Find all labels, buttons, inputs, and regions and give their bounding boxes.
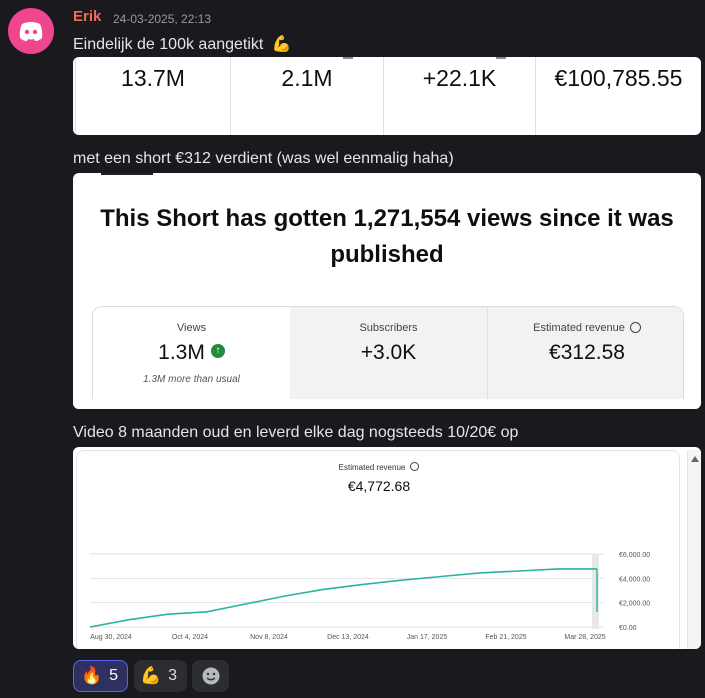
stat-value-text: 1.3M — [158, 341, 205, 364]
series-line — [89, 568, 597, 628]
metric-value: 2.1M — [281, 65, 333, 91]
stat-views: Views 1.3M ↑ 1.3M more than usual — [93, 307, 290, 409]
metric-cell: €100,785.55 — [536, 57, 701, 135]
x-tick-label: Dec 13, 2024 — [327, 634, 369, 641]
flexed-biceps-icon: 💪 — [271, 36, 292, 53]
metric-value: +22.1K — [422, 65, 497, 91]
stat-label-text: Estimated revenue — [533, 322, 625, 334]
y-tick-label: €2,000.00 — [619, 601, 650, 608]
stat-value: €312.58 — [549, 341, 625, 364]
stat-revenue: Estimated revenue €312.58 — [487, 307, 683, 409]
avatar[interactable] — [8, 8, 54, 54]
x-tick-label: Mar 28, 2025 — [564, 634, 605, 641]
scroll-up-icon[interactable] — [691, 456, 699, 462]
metric-cell: 13.7M — [76, 57, 231, 135]
add-reaction-icon — [202, 667, 219, 685]
short-headline: This Short has gotten 1,271,554 views si… — [100, 205, 674, 268]
stat-subscribers: Subscribers +3.0K — [290, 307, 487, 409]
message-line-1: Eindelijk de 100k aangetikt — [73, 36, 264, 53]
flexed-biceps-icon: 💪 — [140, 666, 162, 685]
card-bottom — [73, 399, 701, 409]
stat-label: Estimated revenue — [488, 321, 683, 334]
reaction-muscle[interactable]: 💪 3 — [134, 660, 187, 692]
y-tick-label: €4,000.00 — [619, 576, 650, 583]
x-tick-label: Feb 21, 2025 — [485, 634, 526, 641]
metric-value: €100,785.55 — [554, 65, 683, 91]
y-tick-label: €6,000.00 — [619, 552, 650, 559]
y-tick-label: €0.00 — [619, 625, 637, 632]
fire-icon: 🔥 — [81, 666, 103, 685]
x-tick-label: Nov 8, 2024 — [250, 634, 288, 641]
revenue-chart-image[interactable]: Estimated revenue €4,772.68 €6,000.00 €4,… — [73, 447, 701, 649]
reaction-count: 3 — [168, 667, 178, 684]
x-tick-label: Aug 30, 2024 — [90, 634, 132, 641]
x-tick-label: Jan 17, 2025 — [407, 634, 448, 641]
reaction-count: 5 — [109, 667, 119, 684]
add-reaction-button[interactable] — [192, 660, 229, 692]
metric-cell: +22.1K — [384, 57, 536, 135]
clock-icon — [629, 321, 641, 333]
hover-band — [592, 554, 599, 629]
cropped-top-bar — [101, 173, 153, 175]
stats-box: Views 1.3M ↑ 1.3M more than usual Subscri… — [92, 306, 684, 409]
stat-value: +3.0K — [360, 341, 417, 364]
metric-cell: 2.1M — [231, 57, 384, 135]
stat-value: 1.3M ↑ — [93, 341, 290, 365]
stat-subtext: 1.3M more than usual — [143, 374, 240, 385]
arrow-up-icon: ↑ — [210, 344, 225, 359]
metric-value: 13.7M — [121, 65, 185, 91]
timestamp: 24-03-2025, 22:13 — [113, 12, 212, 26]
scrollbar[interactable] — [687, 450, 701, 649]
cropped-text-fragment — [496, 57, 506, 59]
short-stats-image[interactable]: This Short has gotten 1,271,554 views si… — [73, 173, 701, 409]
reaction-fire[interactable]: 🔥 5 — [73, 660, 128, 692]
author-name[interactable]: Erik — [73, 8, 101, 25]
x-tick-label: Oct 4, 2024 — [172, 634, 208, 641]
message-text-1: Eindelijk de 100k aangetikt 💪 — [73, 34, 292, 54]
analytics-metrics-image[interactable]: 13.7M 2.1M +22.1K €100,785.55 — [73, 57, 701, 135]
discord-logo-icon — [19, 22, 43, 41]
message-line-2: met een short €312 verdient (was wel een… — [73, 150, 454, 167]
stat-label: Subscribers — [359, 322, 418, 334]
cropped-text-fragment — [343, 57, 353, 59]
message-line-3: Video 8 maanden oud en leverd elke dag n… — [73, 424, 519, 441]
stat-label: Views — [176, 322, 207, 334]
revenue-line-chart: €6,000.00 €4,000.00 €2,000.00 €0.00 Aug 30, … — [89, 552, 650, 641]
